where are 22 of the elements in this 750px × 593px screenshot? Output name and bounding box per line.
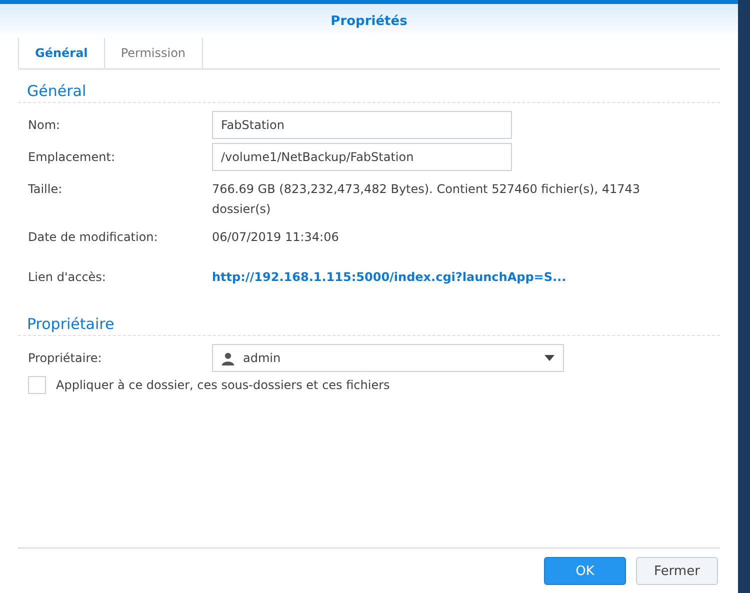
- caret-icon: [544, 355, 555, 361]
- window-title: Propriétés: [330, 14, 408, 28]
- checkbox-label: Appliquer à ce dossier, ces sous-dossiers et ces fichiers: [56, 378, 390, 392]
- tab[interactable]: Général: [18, 38, 104, 68]
- field-label: Lien d'accès:: [28, 269, 107, 286]
- section-title: Propriétaire: [18, 303, 720, 336]
- field-label: Date de modification:: [28, 229, 159, 246]
- owner-dropdown[interactable]: admin: [212, 344, 564, 372]
- value-text: 766.69 GB (823,232,473,482 Bytes). Contient 527460 fichier(s), 41743 dossier(s): [212, 181, 642, 218]
- tab[interactable]: Permission: [104, 38, 203, 68]
- section-title: Général: [18, 70, 720, 103]
- field-label: Propriétaire:: [28, 350, 103, 367]
- close-button[interactable]: Fermer: [636, 557, 718, 585]
- field-label: Emplacement:: [28, 149, 116, 166]
- user-icon: [221, 350, 235, 366]
- field-label: Nom:: [28, 117, 62, 134]
- input-field[interactable]: FabStation: [212, 111, 512, 139]
- field-label: Taille:: [28, 181, 64, 198]
- access-link[interactable]: http://192.168.1.115:5000/index.cgi?launchApp=S...: [212, 263, 566, 291]
- checkbox[interactable]: [28, 376, 46, 394]
- input-field[interactable]: /volume1/NetBackup/FabStation: [212, 143, 512, 171]
- value-text: 06/07/2019 11:34:06: [212, 229, 340, 246]
